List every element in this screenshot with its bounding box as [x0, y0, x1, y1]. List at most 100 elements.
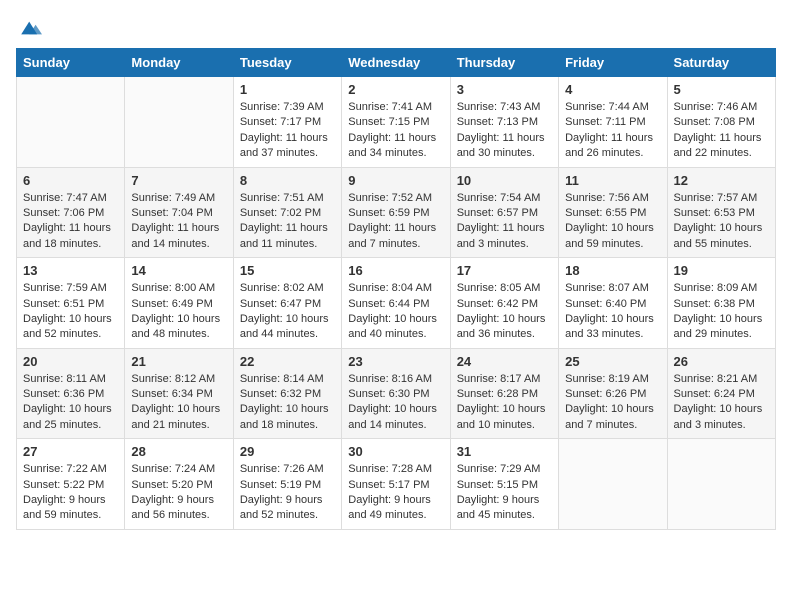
day-number: 21 — [131, 354, 226, 369]
day-info: Sunrise: 7:29 AMSunset: 5:15 PMDaylight:… — [457, 463, 541, 521]
calendar-cell: 19 Sunrise: 8:09 AMSunset: 6:38 PMDaylig… — [667, 258, 775, 349]
calendar-week-row: 6 Sunrise: 7:47 AMSunset: 7:06 PMDayligh… — [17, 167, 776, 258]
calendar-cell: 6 Sunrise: 7:47 AMSunset: 7:06 PMDayligh… — [17, 167, 125, 258]
day-number: 28 — [131, 444, 226, 459]
day-info: Sunrise: 8:02 AMSunset: 6:47 PMDaylight:… — [240, 282, 329, 340]
day-number: 11 — [565, 173, 660, 188]
day-info: Sunrise: 7:47 AMSunset: 7:06 PMDaylight:… — [23, 192, 111, 250]
day-number: 19 — [674, 263, 769, 278]
day-info: Sunrise: 7:24 AMSunset: 5:20 PMDaylight:… — [131, 463, 215, 521]
calendar-cell: 16 Sunrise: 8:04 AMSunset: 6:44 PMDaylig… — [342, 258, 450, 349]
day-number: 5 — [674, 82, 769, 97]
calendar-cell: 28 Sunrise: 7:24 AMSunset: 5:20 PMDaylig… — [125, 439, 233, 530]
calendar-cell: 5 Sunrise: 7:46 AMSunset: 7:08 PMDayligh… — [667, 77, 775, 168]
calendar-cell: 25 Sunrise: 8:19 AMSunset: 6:26 PMDaylig… — [559, 348, 667, 439]
weekday-header-sunday: Sunday — [17, 49, 125, 77]
calendar-cell: 26 Sunrise: 8:21 AMSunset: 6:24 PMDaylig… — [667, 348, 775, 439]
day-number: 12 — [674, 173, 769, 188]
day-number: 10 — [457, 173, 552, 188]
page-header — [16, 16, 776, 40]
day-number: 9 — [348, 173, 443, 188]
calendar-cell: 2 Sunrise: 7:41 AMSunset: 7:15 PMDayligh… — [342, 77, 450, 168]
calendar-cell: 3 Sunrise: 7:43 AMSunset: 7:13 PMDayligh… — [450, 77, 558, 168]
day-info: Sunrise: 7:44 AMSunset: 7:11 PMDaylight:… — [565, 101, 653, 159]
day-number: 7 — [131, 173, 226, 188]
weekday-header-friday: Friday — [559, 49, 667, 77]
day-number: 22 — [240, 354, 335, 369]
calendar-cell: 31 Sunrise: 7:29 AMSunset: 5:15 PMDaylig… — [450, 439, 558, 530]
calendar-cell: 8 Sunrise: 7:51 AMSunset: 7:02 PMDayligh… — [233, 167, 341, 258]
day-info: Sunrise: 7:46 AMSunset: 7:08 PMDaylight:… — [674, 101, 762, 159]
day-info: Sunrise: 8:12 AMSunset: 6:34 PMDaylight:… — [131, 373, 220, 431]
calendar-cell: 24 Sunrise: 8:17 AMSunset: 6:28 PMDaylig… — [450, 348, 558, 439]
day-number: 25 — [565, 354, 660, 369]
calendar-cell: 20 Sunrise: 8:11 AMSunset: 6:36 PMDaylig… — [17, 348, 125, 439]
day-number: 24 — [457, 354, 552, 369]
calendar-cell — [559, 439, 667, 530]
weekday-header-monday: Monday — [125, 49, 233, 77]
calendar-cell: 22 Sunrise: 8:14 AMSunset: 6:32 PMDaylig… — [233, 348, 341, 439]
day-info: Sunrise: 8:14 AMSunset: 6:32 PMDaylight:… — [240, 373, 329, 431]
day-number: 31 — [457, 444, 552, 459]
logo-icon — [18, 16, 42, 40]
day-info: Sunrise: 7:49 AMSunset: 7:04 PMDaylight:… — [131, 192, 219, 250]
weekday-header-wednesday: Wednesday — [342, 49, 450, 77]
calendar-cell — [667, 439, 775, 530]
calendar-week-row: 27 Sunrise: 7:22 AMSunset: 5:22 PMDaylig… — [17, 439, 776, 530]
day-number: 26 — [674, 354, 769, 369]
calendar-cell: 17 Sunrise: 8:05 AMSunset: 6:42 PMDaylig… — [450, 258, 558, 349]
day-number: 20 — [23, 354, 118, 369]
day-info: Sunrise: 7:26 AMSunset: 5:19 PMDaylight:… — [240, 463, 324, 521]
day-info: Sunrise: 7:39 AMSunset: 7:17 PMDaylight:… — [240, 101, 328, 159]
day-info: Sunrise: 7:52 AMSunset: 6:59 PMDaylight:… — [348, 192, 436, 250]
day-info: Sunrise: 7:56 AMSunset: 6:55 PMDaylight:… — [565, 192, 654, 250]
day-number: 4 — [565, 82, 660, 97]
calendar-cell: 23 Sunrise: 8:16 AMSunset: 6:30 PMDaylig… — [342, 348, 450, 439]
day-number: 14 — [131, 263, 226, 278]
day-info: Sunrise: 7:57 AMSunset: 6:53 PMDaylight:… — [674, 192, 763, 250]
day-info: Sunrise: 7:59 AMSunset: 6:51 PMDaylight:… — [23, 282, 112, 340]
calendar-cell — [125, 77, 233, 168]
day-number: 16 — [348, 263, 443, 278]
calendar-cell: 1 Sunrise: 7:39 AMSunset: 7:17 PMDayligh… — [233, 77, 341, 168]
day-info: Sunrise: 7:41 AMSunset: 7:15 PMDaylight:… — [348, 101, 436, 159]
calendar-cell: 11 Sunrise: 7:56 AMSunset: 6:55 PMDaylig… — [559, 167, 667, 258]
logo — [16, 16, 42, 40]
day-number: 15 — [240, 263, 335, 278]
day-info: Sunrise: 8:11 AMSunset: 6:36 PMDaylight:… — [23, 373, 112, 431]
calendar-cell: 15 Sunrise: 8:02 AMSunset: 6:47 PMDaylig… — [233, 258, 341, 349]
weekday-header-thursday: Thursday — [450, 49, 558, 77]
day-info: Sunrise: 7:54 AMSunset: 6:57 PMDaylight:… — [457, 192, 545, 250]
calendar-cell: 13 Sunrise: 7:59 AMSunset: 6:51 PMDaylig… — [17, 258, 125, 349]
day-info: Sunrise: 8:04 AMSunset: 6:44 PMDaylight:… — [348, 282, 437, 340]
day-number: 23 — [348, 354, 443, 369]
day-info: Sunrise: 8:09 AMSunset: 6:38 PMDaylight:… — [674, 282, 763, 340]
day-number: 27 — [23, 444, 118, 459]
calendar-week-row: 1 Sunrise: 7:39 AMSunset: 7:17 PMDayligh… — [17, 77, 776, 168]
calendar-cell: 29 Sunrise: 7:26 AMSunset: 5:19 PMDaylig… — [233, 439, 341, 530]
day-info: Sunrise: 7:22 AMSunset: 5:22 PMDaylight:… — [23, 463, 107, 521]
calendar-cell: 10 Sunrise: 7:54 AMSunset: 6:57 PMDaylig… — [450, 167, 558, 258]
calendar-cell — [17, 77, 125, 168]
day-number: 30 — [348, 444, 443, 459]
day-number: 2 — [348, 82, 443, 97]
weekday-header-saturday: Saturday — [667, 49, 775, 77]
calendar-week-row: 20 Sunrise: 8:11 AMSunset: 6:36 PMDaylig… — [17, 348, 776, 439]
calendar-cell: 18 Sunrise: 8:07 AMSunset: 6:40 PMDaylig… — [559, 258, 667, 349]
day-info: Sunrise: 7:28 AMSunset: 5:17 PMDaylight:… — [348, 463, 432, 521]
day-number: 8 — [240, 173, 335, 188]
calendar-cell: 12 Sunrise: 7:57 AMSunset: 6:53 PMDaylig… — [667, 167, 775, 258]
calendar-cell: 14 Sunrise: 8:00 AMSunset: 6:49 PMDaylig… — [125, 258, 233, 349]
day-info: Sunrise: 8:16 AMSunset: 6:30 PMDaylight:… — [348, 373, 437, 431]
calendar-cell: 9 Sunrise: 7:52 AMSunset: 6:59 PMDayligh… — [342, 167, 450, 258]
calendar-cell: 30 Sunrise: 7:28 AMSunset: 5:17 PMDaylig… — [342, 439, 450, 530]
calendar-cell: 27 Sunrise: 7:22 AMSunset: 5:22 PMDaylig… — [17, 439, 125, 530]
weekday-header-tuesday: Tuesday — [233, 49, 341, 77]
calendar-week-row: 13 Sunrise: 7:59 AMSunset: 6:51 PMDaylig… — [17, 258, 776, 349]
day-number: 3 — [457, 82, 552, 97]
weekday-header-row: SundayMondayTuesdayWednesdayThursdayFrid… — [17, 49, 776, 77]
day-number: 17 — [457, 263, 552, 278]
day-number: 6 — [23, 173, 118, 188]
day-info: Sunrise: 8:17 AMSunset: 6:28 PMDaylight:… — [457, 373, 546, 431]
calendar-cell: 4 Sunrise: 7:44 AMSunset: 7:11 PMDayligh… — [559, 77, 667, 168]
